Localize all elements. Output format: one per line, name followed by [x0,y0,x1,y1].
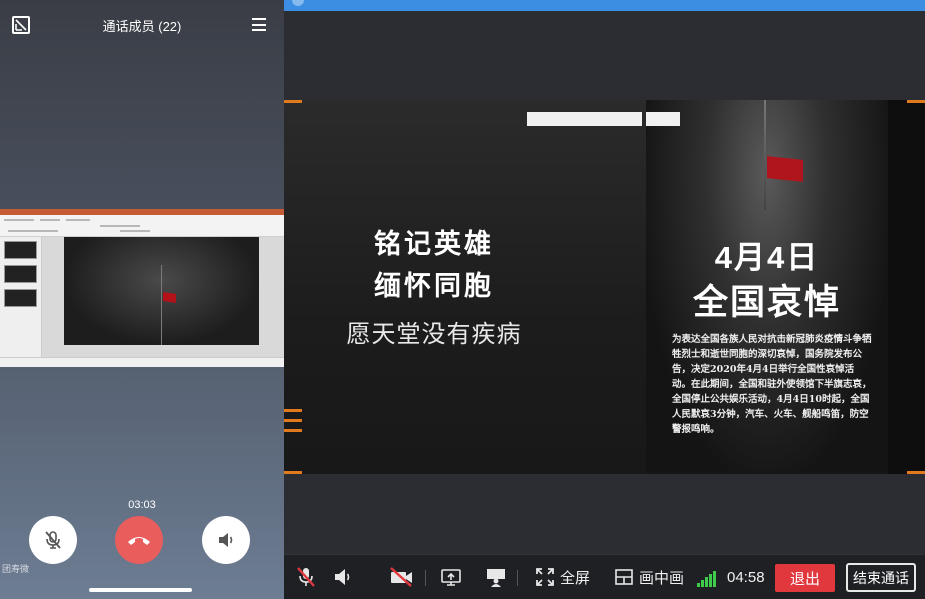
call-timer: 03:03 [128,499,156,511]
window-dot-icon[interactable] [292,0,304,6]
slide-edge [888,100,925,474]
shared-video-area: 铭记英雄 缅怀同胞 愿天堂没有疾病 4月4日 全国哀悼 为表达全国各族人民对抗击… [284,11,925,554]
slide-thumbnail[interactable] [4,241,37,259]
exit-button[interactable]: 退出 [775,564,835,592]
corner-mark [907,100,925,103]
ppt-slide-list [0,237,42,357]
camera-off-icon [390,567,412,587]
mourning-date: 4月4日 [714,240,820,275]
slide-subtitle: 愿天堂没有疾病 [346,321,522,348]
screen-share-icon [441,569,461,586]
meeting-toolbar: 全屏 画中画 04:58 退出 结束通话 [284,554,925,599]
signal-strength-icon [697,567,717,587]
slide-title-line2: 缅怀同胞 [374,271,494,301]
home-indicator[interactable] [89,588,192,592]
shared-screen-thumbnail[interactable] [0,209,284,367]
phone-hangup-icon [128,537,150,545]
presentation-slide: 铭记英雄 缅怀同胞 愿天堂没有疾病 4月4日 全国哀悼 为表达全国各族人民对抗击… [284,100,925,474]
fullscreen-label: 全屏 [560,569,591,587]
end-call-button[interactable]: 结束通话 [846,563,916,592]
hamburger-menu-icon[interactable] [252,18,266,31]
call-members-title[interactable]: 通话成员 (22) [0,16,284,35]
ppt-slide-canvas [64,237,259,345]
hangup-button[interactable] [115,516,163,564]
presenter-icon [487,569,505,587]
speaker-button[interactable] [202,516,250,564]
fullscreen-icon [536,568,554,586]
corner-mark [284,100,302,103]
corner-mark [907,471,925,474]
screen-share-button[interactable] [439,566,463,588]
mourning-title: 全国哀悼 [692,283,841,322]
flag [163,292,176,303]
slide-title-line1: 铭记英雄 [374,229,494,259]
meeting-duration: 04:58 [727,568,765,586]
pip-label: 画中画 [639,569,685,587]
picture-in-picture-button[interactable]: 画中画 [614,566,684,588]
ppt-ribbon [0,215,284,237]
corner-mark [284,471,302,474]
call-top-bar: 通话成员 (22) [0,0,284,50]
slide-thumbnail[interactable] [4,289,37,307]
fullscreen-button[interactable]: 全屏 [535,566,590,588]
slide-mourning-section: 4月4日 全国哀悼 为表达全国各族人民对抗击新冠肺炎疫情斗争牺牲烈士和逝世同胞的… [646,100,888,472]
window-title-bar [284,0,925,11]
mic-off-button[interactable] [294,566,318,588]
speaker-icon [219,533,233,547]
camera-off-button[interactable] [388,566,414,588]
mic-off-icon [45,531,61,549]
ppt-body [0,237,284,357]
picture-in-picture-icon [615,569,633,585]
mute-button[interactable] [29,516,77,564]
slide-header-chip [527,112,642,126]
presenter-button[interactable] [484,566,508,588]
toolbar-separator [425,570,426,586]
speaker-icon [335,569,350,585]
call-panel: 通话成员 (22) 03:03 团寿微 [0,0,284,599]
meeting-window: 铭记英雄 缅怀同胞 愿天堂没有疾病 4月4日 全国哀悼 为表达全国各族人民对抗击… [284,0,925,599]
flag [767,156,803,182]
ppt-status-bar [0,357,284,367]
mic-off-icon [297,567,315,587]
slide-header-chip [646,112,680,126]
toolbar-separator [517,570,518,586]
slide-left-section: 铭记英雄 缅怀同胞 愿天堂没有疾病 [284,100,646,474]
slide-side-lines [284,409,302,439]
speaker-button[interactable] [332,566,354,588]
flag-pole [764,100,766,210]
flag-pole [161,265,162,345]
mourning-announcement: 为表达全国各族人民对抗击新冠肺炎疫情斗争牺牲烈士和逝世同胞的深切哀悼，国务院发布… [672,334,872,435]
slide-thumbnail[interactable] [4,265,37,283]
watermark-text: 团寿微 [2,564,30,574]
